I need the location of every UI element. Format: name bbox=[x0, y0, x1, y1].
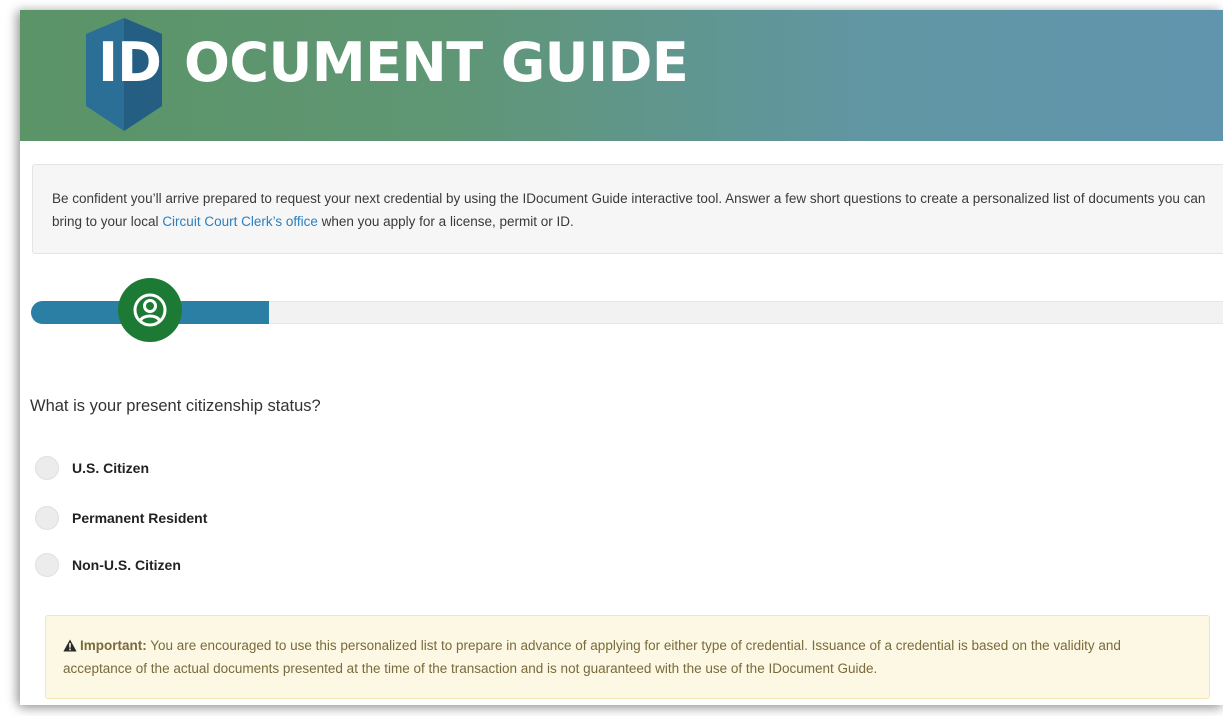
radio-us-citizen[interactable] bbox=[35, 456, 59, 480]
progress-step-indicator bbox=[118, 278, 182, 342]
option-label: Non-U.S. Citizen bbox=[72, 557, 181, 573]
user-circle-icon bbox=[133, 293, 167, 327]
page-frame: ID OCUMENT GUIDE Be confident you’ll arr… bbox=[20, 10, 1223, 705]
site-header: ID OCUMENT GUIDE bbox=[20, 10, 1223, 141]
option-label: Permanent Resident bbox=[72, 510, 208, 526]
radio-permanent-resident[interactable] bbox=[35, 506, 59, 530]
logo-id-text: ID bbox=[98, 31, 162, 94]
logo-title-text: OCUMENT GUIDE bbox=[184, 31, 689, 94]
alert-label: Important: bbox=[80, 638, 147, 653]
option-us-citizen[interactable]: U.S. Citizen bbox=[35, 456, 149, 480]
option-label: U.S. Citizen bbox=[72, 460, 150, 476]
warning-icon bbox=[63, 639, 77, 652]
option-non-us-citizen[interactable]: Non-U.S. Citizen bbox=[35, 553, 181, 577]
alert-text: You are encouraged to use this personali… bbox=[63, 638, 1121, 676]
radio-non-us-citizen[interactable] bbox=[35, 553, 59, 577]
circuit-court-clerk-link[interactable]: Circuit Court Clerk’s office bbox=[162, 214, 318, 229]
question-text: What is your present citizenship status? bbox=[30, 397, 321, 415]
intro-panel: Be confident you’ll arrive prepared to r… bbox=[32, 164, 1223, 254]
option-permanent-resident[interactable]: Permanent Resident bbox=[35, 506, 207, 530]
important-alert: Important: You are encouraged to use thi… bbox=[45, 615, 1210, 699]
intro-text-end: when you apply for a license, permit or … bbox=[317, 214, 574, 229]
